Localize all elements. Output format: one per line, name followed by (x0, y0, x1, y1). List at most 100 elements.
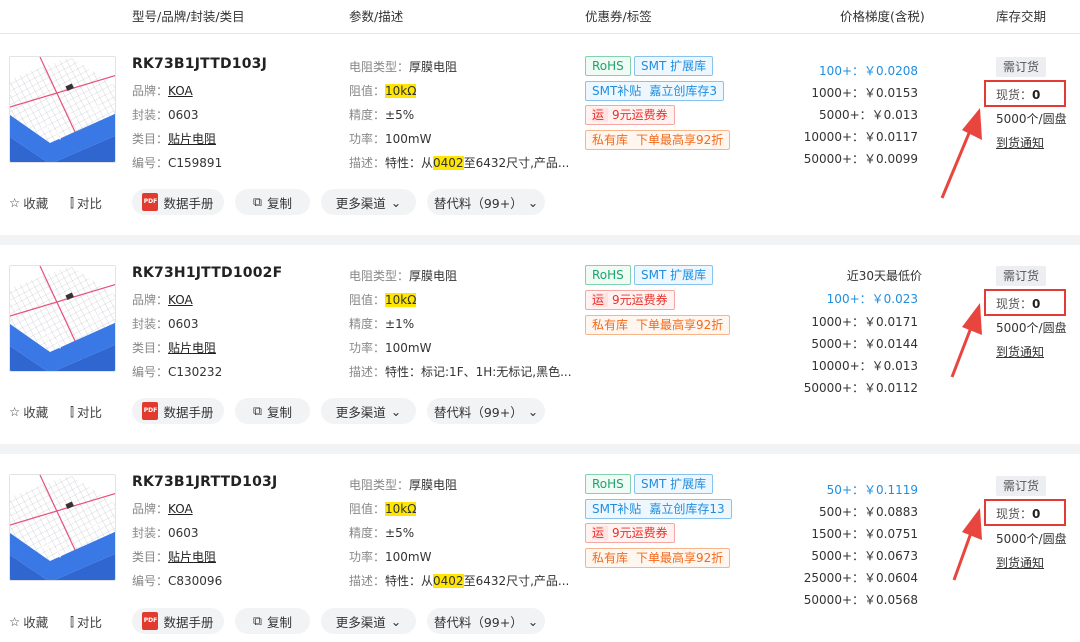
header-tags: 优惠券/标签 (585, 9, 652, 24)
copy-button[interactable]: ⧉ 复制 (235, 398, 310, 424)
part-number[interactable]: RK73H1JTTD1002F (132, 265, 282, 281)
price-tier: 1000+：￥0.0153 (811, 86, 918, 100)
order-button[interactable]: 需订货 (996, 57, 1046, 77)
pdf-icon: PDF (142, 193, 159, 211)
datasheet-button[interactable]: PDF 数据手册 (132, 189, 224, 215)
smt-supplement-tag[interactable]: SMT补贴 嘉立创库存13 (585, 499, 732, 519)
param-description[interactable]: 描述：特性：从0402至6432尺寸,产品... (349, 154, 569, 171)
rohs-tag: RoHS (585, 265, 631, 285)
product-image[interactable]: 0cm cm (9, 56, 116, 163)
smt-expand-tag[interactable]: SMT 扩展库 (634, 56, 714, 76)
brand-link[interactable]: KOA (168, 293, 193, 307)
action-bar: ☆ 收藏 ⫿ 对比 PDF 数据手册 ⧉ 复制 更多渠道 ⌄ 替代料（99+） ⌄ (0, 189, 1080, 215)
header-model: 型号/品牌/封装/类目 (132, 9, 245, 24)
param-accuracy: 精度：±5% (349, 526, 415, 540)
chevron-down-icon: ⌄ (390, 403, 402, 419)
chevron-down-icon: ⌄ (527, 403, 539, 419)
category-link[interactable]: 贴片电阻 (168, 341, 216, 355)
private-lib-tag[interactable]: 私有库 下单最高享92折 (585, 315, 731, 335)
param-resistance: 阻值：10kΩ (349, 293, 417, 307)
part-number[interactable]: RK73B1JTTD103J (132, 56, 267, 72)
price-tier: 100+：￥0.023 (826, 292, 918, 306)
smt-expand-tag[interactable]: SMT 扩展库 (634, 265, 714, 285)
price-tier: 100+：￥0.0208 (819, 64, 918, 78)
chevron-down-icon: ⌄ (527, 613, 539, 629)
package-line: 封装：0603 (132, 317, 199, 331)
price-tier: 5000+：￥0.013 (819, 108, 918, 122)
product-image[interactable]: 0cm cm (9, 265, 116, 372)
category-link[interactable]: 贴片电阻 (168, 132, 216, 146)
compare-button[interactable]: ⫿ 对比 (70, 193, 102, 212)
compare-icon: ⫿ (70, 403, 75, 419)
notify-link[interactable]: 到货通知 (996, 554, 1044, 571)
order-button[interactable]: 需订货 (996, 476, 1046, 496)
copy-icon: ⧉ (253, 194, 262, 209)
substitute-dropdown[interactable]: 替代料（99+） ⌄ (427, 608, 545, 634)
product-image[interactable]: 0cm cm (9, 474, 116, 581)
smt-expand-tag[interactable]: SMT 扩展库 (634, 474, 714, 494)
notify-link[interactable]: 到货通知 (996, 134, 1044, 151)
chevron-down-icon: ⌄ (390, 613, 402, 629)
price-tier: 10000+：￥0.013 (811, 359, 918, 373)
product-card: 0cm cm RK73H1JTTD1002F 品牌：KOA 封装：0603 类目… (0, 245, 1080, 445)
order-button[interactable]: 需订货 (996, 266, 1046, 286)
copy-button[interactable]: ⧉ 复制 (235, 189, 310, 215)
copy-button[interactable]: ⧉ 复制 (235, 608, 310, 634)
brand-link[interactable]: KOA (168, 84, 193, 98)
arrow-icon (950, 303, 982, 378)
price-tier: 1500+：￥0.0751 (811, 527, 918, 541)
package-line: 封装：0603 (132, 526, 199, 540)
freight-coupon-tag[interactable]: 运 9元运费券 (585, 105, 675, 125)
freight-coupon-tag[interactable]: 运 9元运费券 (585, 523, 675, 543)
more-channels-dropdown[interactable]: 更多渠道 ⌄ (321, 398, 416, 424)
substitute-dropdown[interactable]: 替代料（99+） ⌄ (427, 189, 545, 215)
favorite-button[interactable]: ☆ 收藏 (9, 612, 48, 631)
favorite-button[interactable]: ☆ 收藏 (9, 402, 48, 421)
datasheet-button[interactable]: PDF 数据手册 (132, 608, 224, 634)
compare-button[interactable]: ⫿ 对比 (70, 612, 102, 631)
brand-link[interactable]: KOA (168, 502, 193, 516)
price-tier: 5000+：￥0.0673 (811, 549, 918, 563)
part-number[interactable]: RK73B1JRTTD103J (132, 474, 277, 490)
category-link[interactable]: 贴片电阻 (168, 550, 216, 564)
param-accuracy: 精度：±1% (349, 317, 415, 331)
stock-status: 现货：0 (996, 297, 1041, 311)
substitute-dropdown[interactable]: 替代料（99+） ⌄ (427, 398, 545, 424)
reel-info: 5000个/圆盘 (996, 112, 1067, 126)
private-lib-tag[interactable]: 私有库 下单最高享92折 (585, 130, 731, 150)
smt-supplement-tag[interactable]: SMT补贴 嘉立创库存3 (585, 81, 724, 101)
param-description[interactable]: 描述：特性：从0402至6432尺寸,产品... (349, 572, 569, 589)
compare-button[interactable]: ⫿ 对比 (70, 402, 102, 421)
price-tier: 50000+：￥0.0568 (803, 593, 918, 607)
more-channels-dropdown[interactable]: 更多渠道 ⌄ (321, 608, 416, 634)
brand-line: 品牌：KOA (132, 84, 193, 98)
datasheet-button[interactable]: PDF 数据手册 (132, 398, 224, 424)
card-divider (0, 444, 1080, 454)
favorite-button[interactable]: ☆ 收藏 (9, 193, 48, 212)
stock-status: 现货：0 (996, 88, 1041, 102)
chevron-down-icon: ⌄ (527, 194, 539, 210)
param-type: 电阻类型：厚膜电阻 (349, 478, 458, 492)
more-channels-dropdown[interactable]: 更多渠道 ⌄ (321, 189, 416, 215)
price-tier: 50000+：￥0.0099 (803, 152, 918, 166)
copy-icon: ⧉ (253, 613, 262, 628)
param-accuracy: 精度：±5% (349, 108, 415, 122)
code-line: 编号：C130232 (132, 365, 223, 379)
reel-info: 5000个/圆盘 (996, 321, 1067, 335)
private-lib-tag[interactable]: 私有库 下单最高享92折 (585, 548, 731, 568)
notify-link[interactable]: 到货通知 (996, 343, 1044, 360)
param-description[interactable]: 描述：特性：标记:1F、1H:无标记,黑色... (349, 363, 572, 380)
price-tier: 1000+：￥0.0171 (811, 315, 918, 329)
header-stock: 库存交期 (996, 9, 1047, 24)
freight-coupon-tag[interactable]: 运 9元运费券 (585, 290, 675, 310)
brand-line: 品牌：KOA (132, 293, 193, 307)
product-card: 0cm cm RK73B1JRTTD103J 品牌：KOA 封装：0603 类目… (0, 454, 1080, 642)
copy-icon: ⧉ (253, 403, 262, 418)
price-tier: 500+：￥0.0883 (819, 505, 918, 519)
action-bar: ☆ 收藏 ⫿ 对比 PDF 数据手册 ⧉ 复制 更多渠道 ⌄ 替代料（99+） ⌄ (0, 608, 1080, 634)
compare-icon: ⫿ (70, 613, 75, 629)
package-line: 封装：0603 (132, 108, 199, 122)
param-type: 电阻类型：厚膜电阻 (349, 269, 458, 283)
param-type: 电阻类型：厚膜电阻 (349, 60, 458, 74)
compare-icon: ⫿ (70, 194, 75, 210)
